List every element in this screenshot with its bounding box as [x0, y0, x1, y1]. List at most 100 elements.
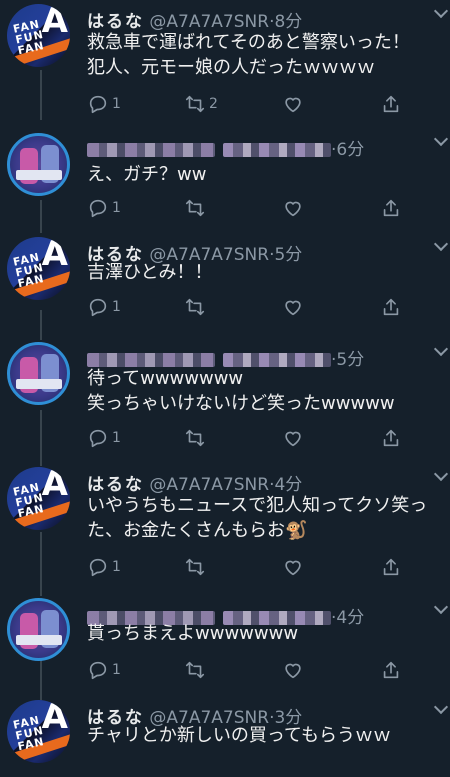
share-button[interactable] — [380, 555, 402, 579]
action-bar: 1 — [87, 658, 427, 682]
avatar[interactable]: FAN FUN FAN A — [7, 4, 70, 67]
avatar-letter: A — [41, 467, 68, 504]
share-button[interactable] — [380, 426, 402, 450]
tweet-text-line: 貰っちまえよwwwwwww — [87, 623, 299, 644]
tweet-text: え、ガチ？ww — [87, 162, 206, 187]
avatar[interactable] — [7, 342, 70, 405]
like-button[interactable] — [282, 555, 307, 579]
thread-line — [40, 532, 42, 596]
tweet-header: はるな @A7A7A7SNR·8分 — [87, 7, 302, 32]
thread-line — [40, 410, 42, 466]
action-bar: 1 2 — [87, 92, 427, 116]
avatar[interactable] — [7, 133, 70, 196]
heart-icon — [285, 201, 301, 217]
like-button[interactable] — [282, 658, 307, 682]
retweet-button[interactable] — [184, 426, 209, 450]
reply-icon — [89, 429, 107, 448]
heart-icon — [285, 560, 301, 576]
share-icon — [383, 558, 399, 576]
share-button[interactable] — [380, 92, 402, 116]
retweet-icon — [185, 429, 205, 447]
retweet-icon — [185, 661, 205, 679]
chevron-down-icon[interactable] — [433, 599, 449, 615]
chevron-down-icon[interactable] — [433, 3, 449, 19]
retweet-button[interactable] — [184, 196, 209, 220]
tweet-text: 待ってwwwwwww 笑っちゃいけないけど笑ったwwwww — [87, 366, 395, 416]
blurred-display-name — [87, 353, 215, 367]
display-name[interactable]: はるな — [87, 12, 144, 32]
reply-button[interactable]: 1 — [87, 196, 121, 220]
retweet-icon — [185, 558, 205, 576]
retweet-button[interactable]: 2 — [184, 92, 218, 116]
action-bar: 1 — [87, 295, 427, 319]
action-bar: 1 — [87, 196, 427, 220]
tweet-text-line: 待ってwwwwwww — [87, 368, 244, 389]
reply-count: 1 — [112, 430, 121, 446]
blurred-user-handle — [223, 353, 331, 367]
reply-button[interactable]: 1 — [87, 92, 121, 116]
avatar[interactable]: FAN FUN FAN A — [7, 237, 70, 300]
reply-button[interactable]: 1 — [87, 555, 121, 579]
action-bar: 1 — [87, 426, 427, 450]
reply-count: 1 — [112, 200, 121, 216]
reply-icon — [89, 558, 107, 577]
reply-icon — [89, 95, 107, 114]
thread-line — [40, 310, 42, 340]
chevron-down-icon[interactable] — [433, 131, 449, 147]
share-button[interactable] — [380, 196, 402, 220]
timestamp[interactable]: ·4分 — [269, 475, 302, 495]
timestamp[interactable]: ·5分 — [269, 245, 302, 265]
reply-button[interactable]: 1 — [87, 658, 121, 682]
retweet-icon — [185, 199, 205, 217]
share-icon — [383, 661, 399, 679]
chevron-down-icon[interactable] — [433, 341, 449, 357]
thread-line — [40, 70, 42, 120]
chevron-down-icon[interactable] — [433, 699, 449, 715]
heart-icon — [285, 663, 301, 679]
reply-count: 1 — [112, 299, 121, 315]
retweet-icon — [185, 95, 205, 113]
tweet-text-line: え、ガチ？ww — [87, 164, 207, 185]
reply-count: 1 — [112, 559, 121, 575]
like-button[interactable] — [282, 295, 307, 319]
avatar[interactable] — [7, 598, 70, 661]
share-icon — [383, 429, 399, 447]
reply-icon — [89, 199, 107, 218]
timestamp[interactable]: ·4分 — [331, 608, 364, 628]
reply-button[interactable]: 1 — [87, 426, 121, 450]
chevron-down-icon[interactable] — [433, 466, 449, 482]
share-button[interactable] — [380, 658, 402, 682]
timestamp[interactable]: ·6分 — [331, 140, 364, 160]
timestamp[interactable]: ·8分 — [269, 12, 302, 32]
share-icon — [383, 199, 399, 217]
like-button[interactable] — [282, 92, 307, 116]
reply-button[interactable]: 1 — [87, 295, 121, 319]
retweet-button[interactable] — [184, 658, 209, 682]
tweet-text-line: 笑っちゃいけないけど笑ったwwwww — [87, 393, 395, 414]
tweet-text-line: た、お金たくさんもらお🐒 — [87, 520, 308, 541]
avatar[interactable]: FAN FUN FAN A — [7, 467, 70, 530]
heart-icon — [285, 431, 301, 447]
heart-icon — [285, 97, 301, 113]
tweet-header: はるな @A7A7A7SNR·4分 — [87, 470, 302, 495]
chevron-down-icon[interactable] — [433, 236, 449, 252]
display-name[interactable]: はるな — [87, 475, 144, 495]
user-handle[interactable]: @A7A7A7SNR — [149, 475, 269, 495]
like-button[interactable] — [282, 196, 307, 220]
tweet-text-line: いやうちもニュースで犯人知ってクソ笑っ — [87, 495, 428, 516]
retweet-button[interactable] — [184, 555, 209, 579]
retweet-button[interactable] — [184, 295, 209, 319]
retweet-icon — [185, 298, 205, 316]
retweet-count: 2 — [209, 96, 218, 112]
like-button[interactable] — [282, 426, 307, 450]
tweet-text: いやうちもニュースで犯人知ってクソ笑っ た、お金たくさんもらお🐒 — [87, 493, 427, 543]
thread-line — [40, 660, 42, 700]
reply-count: 1 — [112, 662, 121, 678]
avatar-letter: A — [41, 237, 68, 274]
share-button[interactable] — [380, 295, 402, 319]
blurred-display-name — [87, 143, 215, 157]
user-handle[interactable]: @A7A7A7SNR — [149, 12, 269, 32]
avatar-letter: A — [41, 700, 68, 737]
avatar[interactable]: FAN FUN FAN A — [7, 700, 70, 763]
share-icon — [383, 298, 399, 316]
